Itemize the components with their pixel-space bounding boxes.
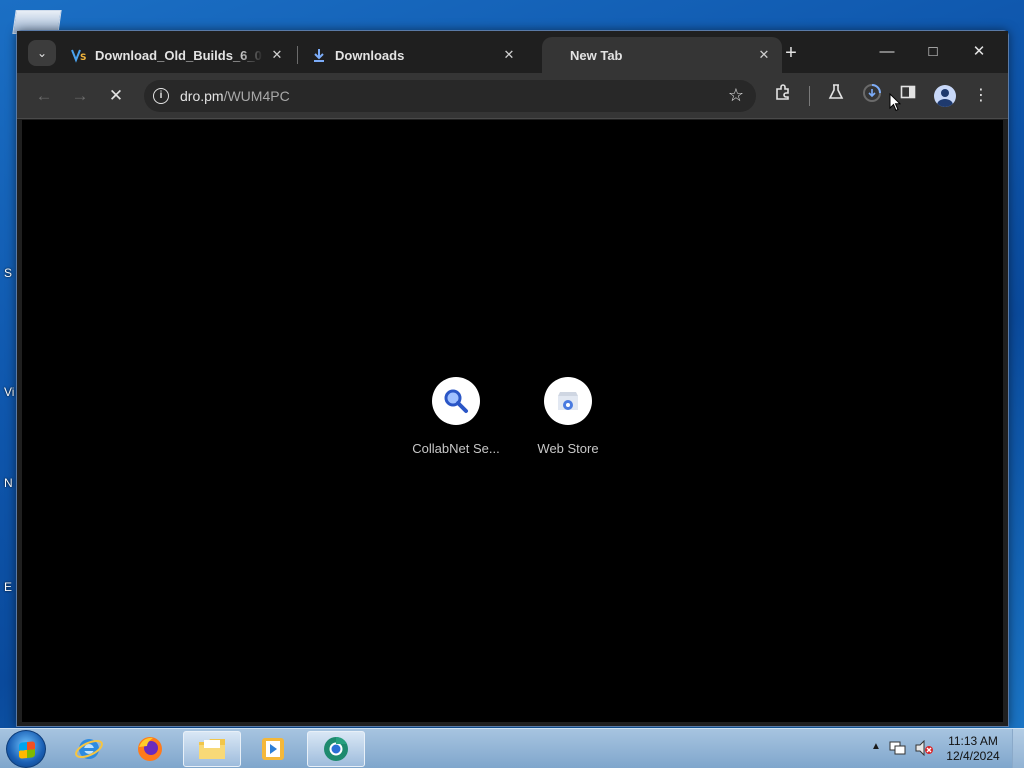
media-player-icon[interactable] bbox=[244, 731, 302, 767]
bookmark-star-icon[interactable]: ☆ bbox=[728, 85, 744, 106]
tab-downloads[interactable]: Downloads ✕ bbox=[299, 37, 527, 73]
clock-date: 12/4/2024 bbox=[946, 749, 1000, 763]
download-progress-icon[interactable] bbox=[859, 83, 885, 109]
address-bar[interactable]: i dro.pm/WUM4PC ☆ bbox=[144, 80, 756, 112]
show-desktop-button[interactable] bbox=[1012, 729, 1024, 768]
browser-toolbar: ← → ✕ i dro.pm/WUM4PC ☆ ⋮ bbox=[17, 73, 1008, 119]
tab-strip: ⌄ S Download_Old_Builds_6_0 – Op ✕ Downl… bbox=[17, 31, 1008, 73]
firefox-icon[interactable] bbox=[121, 731, 179, 767]
info-icon[interactable]: i bbox=[153, 88, 169, 104]
tab-title: Download_Old_Builds_6_0 – Op bbox=[95, 47, 263, 63]
shortcut-label: CollabNet Se... bbox=[412, 441, 500, 456]
chrome-dev-icon[interactable] bbox=[307, 731, 365, 767]
tab-search-button[interactable]: ⌄ bbox=[28, 40, 56, 66]
forward-button[interactable]: → bbox=[67, 83, 93, 109]
taskbar: ▲ 11:13 AM 12/4/2024 bbox=[0, 728, 1024, 768]
show-hidden-icons-chevron-icon[interactable]: ▲ bbox=[871, 741, 881, 752]
tab-download-old-builds[interactable]: S Download_Old_Builds_6_0 – Op ✕ bbox=[55, 37, 295, 73]
address-url[interactable]: dro.pm/WUM4PC bbox=[180, 88, 290, 104]
start-button[interactable] bbox=[6, 730, 46, 768]
new-tab-page: CollabNet Se... Web Store bbox=[22, 120, 1003, 722]
clock-time: 11:13 AM bbox=[948, 734, 998, 748]
chevron-down-icon: ⌄ bbox=[36, 46, 48, 60]
network-icon[interactable] bbox=[889, 740, 907, 759]
maximize-button[interactable]: □ bbox=[910, 39, 956, 65]
close-icon[interactable]: ✕ bbox=[501, 47, 517, 63]
close-icon[interactable]: ✕ bbox=[756, 47, 772, 63]
vs-logo-icon: S bbox=[71, 47, 87, 63]
system-clock[interactable]: 11:13 AM 12/4/2024 bbox=[940, 734, 1006, 764]
profile-avatar-icon[interactable] bbox=[934, 85, 956, 107]
extensions-puzzle-icon[interactable] bbox=[770, 83, 796, 109]
windows-logo-icon bbox=[19, 741, 35, 759]
browser-window: ⌄ S Download_Old_Builds_6_0 – Op ✕ Downl… bbox=[16, 30, 1009, 727]
volume-muted-icon[interactable] bbox=[914, 739, 934, 759]
shortcut-web-store[interactable]: Web Store bbox=[520, 377, 616, 456]
mouse-cursor-icon bbox=[889, 92, 902, 117]
tab-title: New Tab bbox=[570, 47, 623, 63]
new-tab-button[interactable]: + bbox=[780, 43, 802, 65]
close-window-button[interactable]: ✕ bbox=[956, 39, 1002, 65]
minimize-button[interactable]: — bbox=[864, 39, 910, 65]
tab-new-tab[interactable]: New Tab ✕ bbox=[542, 37, 782, 73]
download-icon bbox=[311, 47, 327, 63]
search-magnifier-icon bbox=[432, 377, 480, 425]
toolbar-separator bbox=[809, 86, 810, 106]
desktop-icon-label: N bbox=[4, 476, 13, 490]
shortcut-label: Web Store bbox=[537, 441, 599, 456]
desktop-icon-label: E bbox=[4, 580, 13, 594]
menu-kebab-icon[interactable]: ⋮ bbox=[968, 83, 994, 109]
file-explorer-icon[interactable] bbox=[183, 731, 241, 767]
close-icon[interactable]: ✕ bbox=[269, 47, 285, 63]
stop-loading-button[interactable]: ✕ bbox=[103, 83, 129, 109]
internet-explorer-icon[interactable] bbox=[60, 731, 118, 767]
web-store-icon bbox=[544, 377, 592, 425]
tab-title: Downloads bbox=[335, 47, 405, 63]
svg-text:S: S bbox=[80, 53, 86, 63]
desktop-icon-label: Vi bbox=[4, 385, 15, 399]
desktop-icon-label: S bbox=[4, 266, 13, 280]
back-button[interactable]: ← bbox=[31, 83, 57, 109]
labs-flask-icon[interactable] bbox=[823, 83, 849, 109]
tab-separator bbox=[297, 46, 298, 64]
shortcut-collabnet[interactable]: CollabNet Se... bbox=[408, 377, 504, 456]
